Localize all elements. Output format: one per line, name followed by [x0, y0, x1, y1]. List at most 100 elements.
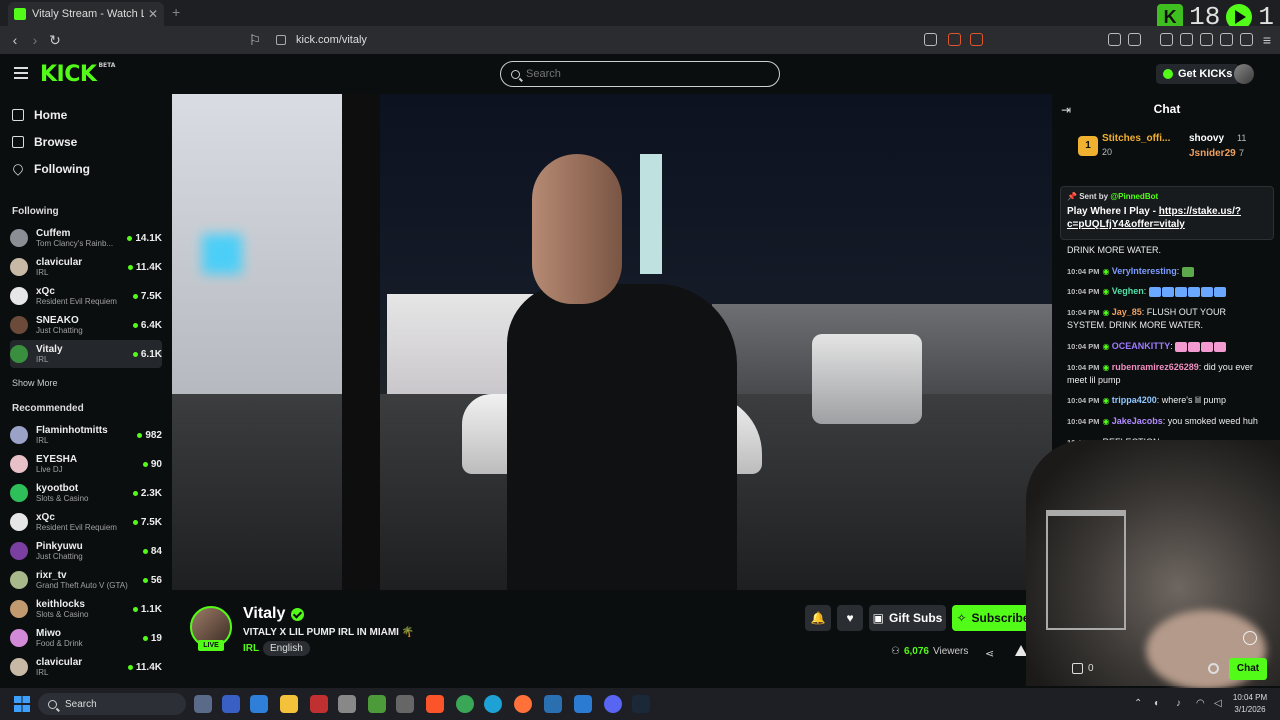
- chrome-icon[interactable]: [456, 695, 474, 713]
- notification-bell-button[interactable]: 🔔: [805, 605, 831, 631]
- leo-ai-icon[interactable]: [1220, 33, 1233, 46]
- taskbar-app-icon[interactable]: [368, 695, 386, 713]
- chat-username[interactable]: JakeJacobs: [1112, 416, 1163, 426]
- chat-settings-icon[interactable]: [1208, 663, 1219, 674]
- extensions-icon[interactable]: [1108, 33, 1121, 46]
- channel-viewers: 7.5K: [133, 517, 162, 528]
- live-badge: LIVE: [198, 640, 224, 651]
- back-button[interactable]: ‹: [6, 31, 24, 49]
- recommended-channel[interactable]: rixr_tv Grand Theft Auto V (GTA) 56: [10, 566, 162, 594]
- taskbar-search[interactable]: Search: [38, 693, 186, 715]
- video-player[interactable]: [172, 94, 1052, 590]
- show-more-link[interactable]: Show More: [12, 378, 58, 388]
- channel-category: IRL: [36, 268, 49, 277]
- pinned-sender: 📌 Sent by @PinnedBot: [1067, 192, 1159, 201]
- browser-tab[interactable]: Vitaly Stream - Watch Live on ✕: [8, 2, 164, 26]
- leader-second-name: shoovy: [1189, 133, 1225, 144]
- following-channel[interactable]: Vitaly IRL 6.1K: [10, 340, 162, 368]
- firefox-icon[interactable]: [514, 695, 532, 713]
- emote-picker-icon[interactable]: [1243, 631, 1257, 645]
- following-channel[interactable]: clavicular IRL 11.4K: [10, 253, 162, 281]
- nav-following[interactable]: Following: [11, 159, 90, 179]
- chat-username[interactable]: trippa4200: [1112, 395, 1157, 405]
- taskbar-app-icon[interactable]: [222, 695, 240, 713]
- taskbar-app-icon[interactable]: [338, 695, 356, 713]
- pinned-message[interactable]: 📌 Sent by @PinnedBot Play Where I Play -…: [1060, 186, 1274, 240]
- recommended-channel[interactable]: keithlocks Slots & Casino 1.1K: [10, 595, 162, 623]
- windows-start-icon[interactable]: [14, 696, 30, 712]
- subscribe-button[interactable]: ✧ Subscribe: [952, 605, 1034, 631]
- forward-button[interactable]: ›: [26, 31, 44, 49]
- chat-message: 10:04 PM ◉ Jay_85: FLUSH OUT YOUR SYSTEM.…: [1067, 306, 1267, 331]
- discord-icon[interactable]: [604, 695, 622, 713]
- recommended-channel[interactable]: Miwo Food & Drink 19: [10, 624, 162, 652]
- reload-button[interactable]: ↻: [46, 31, 64, 49]
- bookmark-icon[interactable]: ⚐: [246, 31, 264, 49]
- chat-username[interactable]: VeryInteresting: [1112, 266, 1177, 276]
- tray-app-icon[interactable]: ◐: [1154, 698, 1160, 709]
- recommended-channel[interactable]: EYESHA Live DJ 90: [10, 450, 162, 478]
- language-tag[interactable]: English: [263, 641, 310, 656]
- recommended-channel[interactable]: Flaminhotmitts IRL 982: [10, 421, 162, 449]
- new-tab-button[interactable]: +: [172, 4, 180, 20]
- taskbar-app-icon[interactable]: [194, 695, 212, 713]
- taskbar-app-icon[interactable]: [310, 695, 328, 713]
- close-tab-icon[interactable]: ✕: [148, 7, 158, 21]
- microphone-icon[interactable]: ♪: [1176, 698, 1181, 709]
- url-field[interactable]: kick.com/vitaly: [270, 31, 990, 49]
- wallet-icon[interactable]: [1128, 33, 1141, 46]
- chat-send-button[interactable]: Chat: [1229, 658, 1267, 680]
- stream-category[interactable]: IRL: [243, 643, 259, 654]
- taskbar-app-icon[interactable]: [396, 695, 414, 713]
- channel-viewers: 982: [137, 430, 162, 441]
- gift-subs-button[interactable]: ▣ Gift Subs: [869, 605, 946, 631]
- following-channel[interactable]: Cuffem Tom Clancy's Rainb... 14.1K: [10, 224, 162, 252]
- reading-list-icon[interactable]: [1200, 33, 1213, 46]
- sidebar-toggle-icon[interactable]: [1180, 33, 1193, 46]
- recommended-channel[interactable]: Pinkyuwu Just Chatting 84: [10, 537, 162, 565]
- chat-username[interactable]: Veghen: [1112, 286, 1144, 296]
- taskbar-app-icon[interactable]: [544, 695, 562, 713]
- viewers-icon: ⚇: [891, 646, 900, 657]
- channel-viewers: 6.1K: [133, 349, 162, 360]
- search-input[interactable]: [526, 68, 756, 80]
- nav-home[interactable]: Home: [12, 105, 67, 125]
- wifi-icon[interactable]: ◠: [1196, 698, 1205, 709]
- channel-avatar: [10, 345, 28, 363]
- file-explorer-icon[interactable]: [280, 695, 298, 713]
- recommended-channel[interactable]: xQc Resident Evil Requiem 7.5K: [10, 508, 162, 536]
- share-icon[interactable]: ⋖: [985, 647, 994, 660]
- streamer-name[interactable]: Vitaly: [243, 605, 305, 623]
- edge-icon[interactable]: [484, 695, 502, 713]
- hamburger-menu-icon[interactable]: [14, 67, 28, 79]
- search-bar[interactable]: [500, 61, 780, 87]
- taskbar-app-icon[interactable]: [250, 695, 268, 713]
- user-avatar[interactable]: [1234, 64, 1254, 84]
- steam-icon[interactable]: [632, 695, 650, 713]
- brave-shield-icon[interactable]: [948, 33, 961, 46]
- taskbar-clock[interactable]: 10:04 PM 3/1/2026: [1226, 692, 1274, 716]
- recommended-channel[interactable]: clavicular IRL 11.4K: [10, 653, 162, 681]
- brave-rewards-icon[interactable]: [970, 33, 983, 46]
- chat-username[interactable]: Jay_85: [1112, 307, 1142, 317]
- gift-leaderboard[interactable]: 1 Stitches_offi... 20 shoovy 11 Jsnider2…: [1062, 128, 1272, 168]
- following-channel[interactable]: xQc Resident Evil Requiem 7.5K: [10, 282, 162, 310]
- chat-username[interactable]: rubenramirez626289: [1112, 362, 1199, 372]
- chat-username[interactable]: OCEANKITTY: [1112, 341, 1171, 351]
- media-icon[interactable]: [1160, 33, 1173, 46]
- following-channel[interactable]: SNEAKO Just Chatting 6.4K: [10, 311, 162, 339]
- share-icon[interactable]: [924, 33, 937, 46]
- vpn-icon[interactable]: [1240, 33, 1253, 46]
- kick-logo[interactable]: KICK BETA: [40, 62, 115, 87]
- gift-icon[interactable]: [1072, 663, 1083, 674]
- recommended-channel[interactable]: kyootbot Slots & Casino 2.3K: [10, 479, 162, 507]
- brave-icon[interactable]: [426, 695, 444, 713]
- vscode-icon[interactable]: [574, 695, 592, 713]
- follow-button[interactable]: ♥: [837, 605, 863, 631]
- menu-icon[interactable]: ≡: [1258, 31, 1276, 49]
- tray-expand-icon[interactable]: ⌃: [1134, 698, 1142, 709]
- get-kicks-button[interactable]: Get KICKs: [1156, 64, 1240, 84]
- channel-name: xQc: [36, 512, 55, 523]
- volume-icon[interactable]: ◁: [1214, 698, 1222, 709]
- nav-browse[interactable]: Browse: [12, 132, 77, 152]
